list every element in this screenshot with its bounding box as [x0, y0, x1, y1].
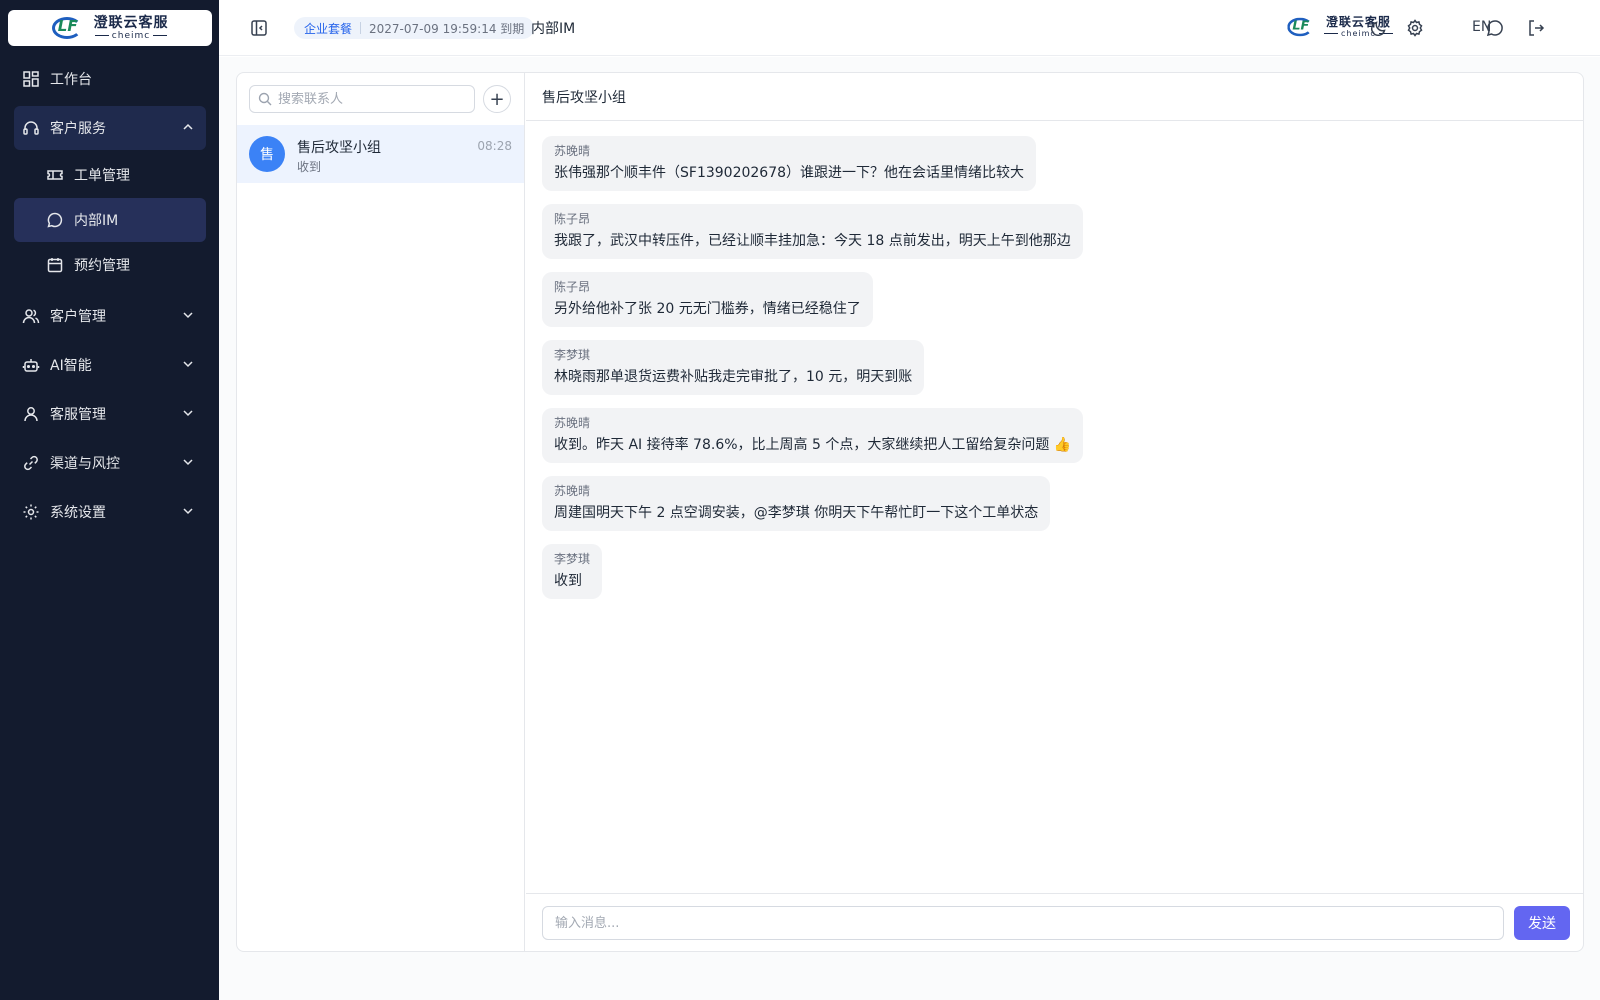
message-text: 另外给他补了张 20 元无门槛券，情绪已经稳住了: [554, 301, 861, 317]
message-composer: 发送: [526, 893, 1583, 951]
chat-pane: 售后攻坚小组 苏晚晴 张伟强那个顺丰件（SF1390202678）谁跟进一下？他…: [526, 73, 1583, 951]
message-text: 张伟强那个顺丰件（SF1390202678）谁跟进一下？他在会话里情绪比较大: [554, 165, 1025, 181]
gear-icon: [22, 503, 40, 521]
robot-icon: [22, 356, 40, 374]
message-input[interactable]: [542, 906, 1504, 940]
sidebar-collapse-icon[interactable]: [249, 18, 269, 38]
sidebar-item-label: 客户服务: [50, 121, 106, 137]
message-sender: 苏晚晴: [554, 484, 591, 498]
message-bubble: 李梦琪 林晓雨那单退货运费补贴我走完审批了，10 元，明天到账: [542, 340, 925, 395]
message-sender: 李梦琪: [554, 552, 591, 566]
plan-name: 企业套餐: [304, 21, 353, 36]
user-icon: [22, 405, 40, 423]
message-sender: 陈子昂: [554, 212, 591, 226]
message-bubble: 苏晚晴 周建国明天下午 2 点空调安装，@李梦琪 你明天下午帮忙盯一下这个工单状…: [542, 476, 1051, 531]
sidebar-item-tickets[interactable]: 工单管理: [14, 153, 206, 197]
message-text: 我跟了，武汉中转压件，已经让顺丰挂加急：今天 18 点前发出，明天上午到他那边: [554, 233, 1071, 249]
sidebar-item-ai[interactable]: AI智能: [14, 343, 206, 387]
brand-mark-icon: LF: [1286, 16, 1315, 38]
message-sender: 苏晚晴: [554, 416, 591, 430]
sidebar-item-label: 客服管理: [50, 407, 106, 423]
page-title: 内部IM: [531, 21, 576, 37]
brand-mark-icon: LF: [50, 15, 84, 41]
headset-icon: [22, 119, 40, 137]
plan-badge: 企业套餐 2027-07-09 19:59:14 到期: [294, 17, 535, 39]
message-icon[interactable]: [1485, 18, 1505, 38]
chat-title: 售后攻坚小组: [542, 89, 626, 106]
chevron-down-icon: [183, 410, 193, 417]
brand-name: 澄联云客服: [93, 14, 169, 31]
contact-time: 08:28: [477, 139, 512, 153]
sidebar-item-label: 系统设置: [50, 505, 106, 521]
message-bubble: 陈子昂 我跟了，武汉中转压件，已经让顺丰挂加急：今天 18 点前发出，明天上午到…: [542, 204, 1083, 259]
users-icon: [22, 307, 40, 325]
chevron-up-icon: [183, 123, 193, 130]
search-icon: [258, 92, 272, 106]
message-text: 收到。昨天 AI 接待率 78.6%，比上周高 5 个点，大家继续把人工留给复杂…: [554, 437, 1072, 453]
chevron-down-icon: [183, 312, 193, 319]
im-panel: + 售 售后攻坚小组 收到 08:28 售后攻坚小组 苏晚晴 张伟强那个顺丰件（…: [236, 72, 1584, 952]
calendar-icon: [46, 256, 64, 274]
contact-search[interactable]: [249, 85, 475, 113]
contact-last-message: 收到: [297, 160, 322, 174]
sidebar-item-label: 内部IM: [74, 213, 119, 229]
grid-icon: [22, 70, 40, 88]
sidebar-item-agents[interactable]: 客服管理: [14, 392, 206, 436]
sidebar-item-customer-service[interactable]: 客户服务: [14, 106, 206, 150]
message-sender: 李梦琪: [554, 348, 591, 362]
chevron-down-icon: [183, 508, 193, 515]
contact-list-pane: + 售 售后攻坚小组 收到 08:28: [237, 73, 525, 951]
sidebar-item-label: 工单管理: [74, 168, 130, 184]
link-icon: [22, 454, 40, 472]
sidebar-item-label: 工作台: [50, 72, 92, 88]
message-sender: 苏晚晴: [554, 144, 591, 158]
brand-logo[interactable]: LF 澄联云客服 cheimc: [8, 10, 212, 46]
brand-sub: cheimc: [92, 31, 170, 41]
sidebar-item-workbench[interactable]: 工作台: [14, 57, 206, 101]
chevron-down-icon: [183, 459, 193, 466]
sidebar-item-customers[interactable]: 客户管理: [14, 294, 206, 338]
sidebar-item-label: AI智能: [50, 358, 92, 374]
logout-icon[interactable]: [1526, 18, 1546, 38]
sidebar-item-settings[interactable]: 系统设置: [14, 490, 206, 534]
message-text: 林晓雨那单退货运费补贴我走完审批了，10 元，明天到账: [554, 369, 913, 385]
chat-bubble-icon: [46, 211, 64, 229]
add-contact-button[interactable]: +: [483, 85, 511, 113]
message-sender: 陈子昂: [554, 280, 591, 294]
sidebar-item-appointments[interactable]: 预约管理: [14, 243, 206, 287]
message-text: 周建国明天下午 2 点空调安装，@李梦琪 你明天下午帮忙盯一下这个工单状态: [554, 505, 1039, 521]
message-bubble: 陈子昂 另外给他补了张 20 元无门槛券，情绪已经稳住了: [542, 272, 873, 327]
sidebar: LF 澄联云客服 cheimc 工作台 客户服务 工单管理 内部IM 预约管理 …: [0, 0, 219, 1000]
ticket-icon: [46, 166, 64, 184]
message-bubble: 李梦琪 收到: [542, 544, 603, 599]
sidebar-item-channels[interactable]: 渠道与风控: [14, 441, 206, 485]
sidebar-item-label: 预约管理: [74, 258, 130, 274]
plan-expiry: 2027-07-09 19:59:14 到期: [369, 21, 525, 36]
contact-name: 售后攻坚小组: [297, 140, 381, 156]
message-bubble: 苏晚晴 收到。昨天 AI 接待率 78.6%，比上周高 5 个点，大家继续把人工…: [542, 408, 1084, 463]
contact-item[interactable]: 售 售后攻坚小组 收到 08:28: [237, 125, 524, 183]
chevron-down-icon: [183, 361, 193, 368]
chat-header: 售后攻坚小组: [526, 73, 1583, 121]
send-button[interactable]: 发送: [1514, 906, 1570, 940]
message-text: 收到: [554, 573, 582, 589]
avatar: 售: [249, 136, 285, 172]
search-input[interactable]: [278, 91, 458, 107]
message-bubble: 苏晚晴 张伟强那个顺丰件（SF1390202678）谁跟进一下？他在会话里情绪比…: [542, 136, 1037, 191]
dark-mode-moon-icon[interactable]: [1369, 18, 1389, 38]
sidebar-item-internal-im[interactable]: 内部IM: [14, 198, 206, 242]
message-list: 苏晚晴 张伟强那个顺丰件（SF1390202678）谁跟进一下？他在会话里情绪比…: [542, 136, 1572, 612]
settings-gear-icon[interactable]: [1405, 18, 1425, 38]
sidebar-item-label: 客户管理: [50, 309, 106, 325]
top-header: 企业套餐 2027-07-09 19:59:14 到期 内部IM LF 澄联云客…: [219, 0, 1600, 56]
sidebar-item-label: 渠道与风控: [50, 456, 120, 472]
